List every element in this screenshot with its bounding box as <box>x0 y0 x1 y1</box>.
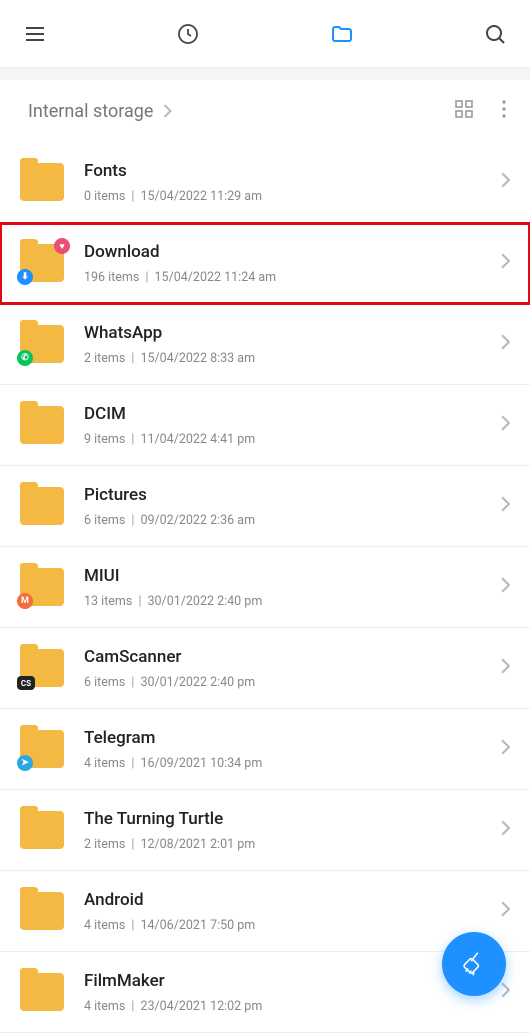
folder-text: Fonts 0 items|15/04/2022 11:29 am <box>84 161 493 204</box>
folder-text: Pictures 6 items|09/02/2022 2:36 am <box>84 485 493 528</box>
folder-row[interactable]: ✆ WhatsApp 2 items|15/04/2022 8:33 am <box>0 304 530 385</box>
folder-meta: 13 items|30/01/2022 2:40 pm <box>84 594 493 609</box>
folder-row[interactable]: ♥⬇ Download 196 items|15/04/2022 11:24 a… <box>0 223 530 304</box>
folder-name: Download <box>84 242 493 262</box>
folder-text: FilmMaker 4 items|23/04/2021 12:02 pm <box>84 971 493 1014</box>
chevron-right-icon <box>501 253 510 273</box>
grid-view-icon[interactable] <box>454 99 474 123</box>
broom-icon <box>459 949 489 979</box>
breadcrumb-bar: Internal storage <box>0 80 530 142</box>
folder-meta: 6 items|30/01/2022 2:40 pm <box>84 675 493 690</box>
folder-name: Android <box>84 890 493 910</box>
chevron-right-icon <box>501 658 510 678</box>
folder-row[interactable]: The Turning Turtle 2 items|12/08/2021 2:… <box>0 790 530 871</box>
folder-row[interactable]: CS CamScanner 6 items|30/01/2022 2:40 pm <box>0 628 530 709</box>
clean-fab[interactable] <box>442 932 506 996</box>
folder-meta: 6 items|09/02/2022 2:36 am <box>84 513 493 528</box>
folder-icon: ♥⬇ <box>20 244 64 282</box>
folder-text: DCIM 9 items|11/04/2022 4:41 pm <box>84 404 493 447</box>
folder-row[interactable]: ➤ Telegram 4 items|16/09/2021 10:34 pm <box>0 709 530 790</box>
folder-name: MIUI <box>84 566 493 586</box>
folder-meta: 0 items|15/04/2022 11:29 am <box>84 189 493 204</box>
chevron-right-icon <box>501 820 510 840</box>
folder-icon <box>20 406 64 444</box>
folder-icon: ➤ <box>20 730 64 768</box>
folder-meta: 2 items|12/08/2021 2:01 pm <box>84 837 493 852</box>
folder-icon <box>20 163 64 201</box>
more-options-icon[interactable] <box>502 100 506 122</box>
chevron-right-icon <box>501 334 510 354</box>
folder-text: Telegram 4 items|16/09/2021 10:34 pm <box>84 728 493 771</box>
recent-tab-icon[interactable] <box>175 21 201 47</box>
folder-icon <box>20 892 64 930</box>
folder-list: Fonts 0 items|15/04/2022 11:29 am ♥⬇ Dow… <box>0 142 530 1033</box>
folder-meta: 4 items|14/06/2021 7:50 pm <box>84 918 493 933</box>
folder-name: Fonts <box>84 161 493 181</box>
chevron-right-icon <box>501 415 510 435</box>
folder-name: FilmMaker <box>84 971 493 991</box>
chevron-right-icon <box>501 982 510 1002</box>
menu-icon[interactable] <box>22 21 48 47</box>
folder-row[interactable]: DCIM 9 items|11/04/2022 4:41 pm <box>0 385 530 466</box>
folder-meta: 2 items|15/04/2022 8:33 am <box>84 351 493 366</box>
folder-meta: 4 items|23/04/2021 12:02 pm <box>84 999 493 1014</box>
folder-row[interactable]: Pictures 6 items|09/02/2022 2:36 am <box>0 466 530 547</box>
folder-icon: M <box>20 568 64 606</box>
folder-tab-icon[interactable] <box>329 21 355 47</box>
top-tabbar <box>0 0 530 68</box>
folder-row[interactable]: M MIUI 13 items|30/01/2022 2:40 pm <box>0 547 530 628</box>
folder-meta: 9 items|11/04/2022 4:41 pm <box>84 432 493 447</box>
folder-text: WhatsApp 2 items|15/04/2022 8:33 am <box>84 323 493 366</box>
chevron-right-icon <box>501 172 510 192</box>
folder-row[interactable]: Android 4 items|14/06/2021 7:50 pm <box>0 871 530 952</box>
chevron-right-icon <box>501 739 510 759</box>
folder-name: Telegram <box>84 728 493 748</box>
chevron-right-icon <box>501 901 510 921</box>
chevron-right-icon <box>501 496 510 516</box>
folder-meta: 4 items|16/09/2021 10:34 pm <box>84 756 493 771</box>
folder-name: CamScanner <box>84 647 493 667</box>
folder-text: Android 4 items|14/06/2021 7:50 pm <box>84 890 493 933</box>
folder-text: The Turning Turtle 2 items|12/08/2021 2:… <box>84 809 493 852</box>
folder-row[interactable]: Fonts 0 items|15/04/2022 11:29 am <box>0 142 530 223</box>
chevron-right-icon <box>163 104 172 118</box>
folder-icon <box>20 487 64 525</box>
folder-name: The Turning Turtle <box>84 809 493 829</box>
folder-icon: CS <box>20 649 64 687</box>
search-icon[interactable] <box>482 21 508 47</box>
folder-text: CamScanner 6 items|30/01/2022 2:40 pm <box>84 647 493 690</box>
folder-text: Download 196 items|15/04/2022 11:24 am <box>84 242 493 285</box>
folder-icon <box>20 811 64 849</box>
folder-text: MIUI 13 items|30/01/2022 2:40 pm <box>84 566 493 609</box>
folder-meta: 196 items|15/04/2022 11:24 am <box>84 270 493 285</box>
breadcrumb-label: Internal storage <box>28 101 153 122</box>
folder-icon <box>20 973 64 1011</box>
folder-name: DCIM <box>84 404 493 424</box>
folder-name: Pictures <box>84 485 493 505</box>
folder-icon: ✆ <box>20 325 64 363</box>
folder-name: WhatsApp <box>84 323 493 343</box>
breadcrumb[interactable]: Internal storage <box>28 101 172 122</box>
chevron-right-icon <box>501 577 510 597</box>
